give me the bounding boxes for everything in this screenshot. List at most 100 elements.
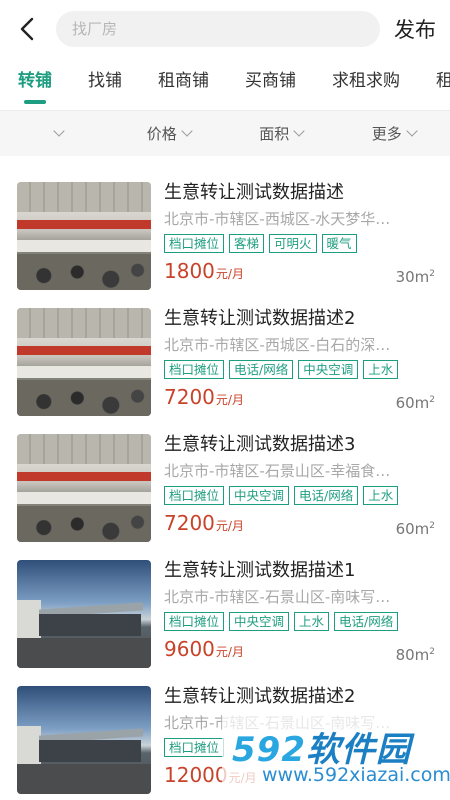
area-value: 30m (395, 268, 430, 286)
listing-footer: 7200元/月 60m2 (164, 511, 435, 538)
tab-wanted[interactable]: 求租求购 (332, 58, 400, 110)
listing-area: 60m2 (396, 520, 435, 538)
search-box[interactable] (56, 11, 380, 47)
price-unit: 元/月 (215, 645, 244, 659)
listing-title: 生意转让测试数据描述3 (164, 434, 356, 455)
chevron-down-icon (181, 125, 193, 137)
price-unit: 元/月 (215, 267, 244, 281)
feature-tag: 可明火 (269, 234, 317, 253)
area-unit-exponent: 2 (429, 395, 435, 405)
feature-tag: 档口摊位 (164, 612, 225, 631)
price-value: 12000 (164, 763, 228, 787)
feature-tag: 中央空调 (229, 486, 290, 505)
tab-rent-shop[interactable]: 租商铺 (158, 58, 209, 110)
feature-tag: 暖气 (321, 234, 357, 253)
listing-photo[interactable] (17, 434, 151, 542)
listing-price: 7200元/月 (164, 511, 244, 538)
filter-area[interactable]: 面积 (225, 123, 338, 144)
listing-price: 1800元/月 (164, 259, 244, 286)
listing-address: 北京市-市辖区-石景山区-南味写… (164, 588, 391, 606)
feature-tag: 电话/网络 (294, 486, 359, 505)
listing-price: 7200元/月 (164, 385, 244, 412)
area-unit-exponent: 2 (429, 269, 435, 279)
listing-tags: 档口摊位 客梯 可明火 暖气 (164, 234, 435, 253)
price-value: 1800 (164, 259, 215, 283)
search-input[interactable] (72, 20, 380, 38)
listing-address: 北京市-市辖区-西城区-白石的深… (164, 336, 391, 354)
listing-photo[interactable] (17, 182, 151, 290)
listing-title: 生意转让测试数据描述2 (164, 686, 356, 707)
price-value: 9600 (164, 637, 215, 661)
back-button[interactable] (12, 14, 42, 44)
watermark-site: www.592xiazai.com (262, 764, 450, 786)
listing-tags: 档口摊位 中央空调 电话/网络 上水 (164, 486, 435, 505)
listing-price: 9600元/月 (164, 637, 244, 664)
chevron-down-icon (293, 125, 305, 137)
filter-more[interactable]: 更多 (338, 123, 450, 144)
chevron-down-icon (406, 125, 418, 137)
area-value: 60m (395, 394, 430, 412)
listing-title: 生意转让测试数据描述2 (164, 308, 356, 329)
listing-tags: 档口摊位 中央空调 上水 电话/网络 (164, 612, 435, 631)
listing-item[interactable]: 生意转让测试数据描述北京市-市辖区-西城区-水天梦华… 档口摊位 客梯 可明火 暖气 18… (0, 172, 450, 298)
feature-tag: 电话/网络 (334, 612, 399, 631)
filter-region[interactable] (0, 125, 113, 137)
area-unit-exponent: 2 (429, 521, 435, 531)
listing-title: 生意转让测试数据描述1 (164, 560, 356, 581)
watermark: 592软件园 www.592xiazai.com (222, 714, 450, 800)
listing-list: 生意转让测试数据描述 北京市-市辖区-西城区-水天梦华… 档口摊位 客梯 可明火 暖气 18… (0, 156, 450, 800)
listing-info: 生意转让测试数据描述3 北京市-市辖区-石景山区-幸福食… 档口摊位 中央空调 电话/网… (164, 434, 435, 540)
listing-item[interactable]: 生意转让测试数据描述1 北京市-市辖区-石景山区-南味写… 档口摊位 中央空调 上水 电话… (0, 550, 450, 676)
filter-label: 价格 (146, 125, 177, 143)
price-unit: 元/月 (215, 393, 244, 407)
area-value: 80m (395, 646, 430, 664)
listing-photo[interactable] (17, 308, 151, 416)
price-unit: 元/月 (215, 519, 244, 533)
listing-area: 30m2 (396, 268, 435, 286)
feature-tag: 上水 (294, 612, 330, 631)
listing-item[interactable]: 生意转让测试数据描述2 北京市-市辖区-西城区-白石的深… 档口摊位 电话/网络 中央空… (0, 298, 450, 424)
listing-tags: 档口摊位 电话/网络 中央空调 上水 (164, 360, 435, 379)
price-value: 7200 (164, 511, 215, 535)
back-arrow-icon (20, 17, 34, 41)
feature-tag: 上水 (363, 486, 399, 505)
listing-footer: 1800元/月 30m2 (164, 259, 435, 286)
filter-bar: 价格 面积 更多 (0, 110, 450, 156)
feature-tag: 电话/网络 (229, 360, 294, 379)
listing-address: 北京市-市辖区-西城区-水天梦华… (164, 210, 391, 228)
feature-tag: 客梯 (229, 234, 265, 253)
publish-button[interactable]: 发布 (394, 14, 436, 44)
listing-area: 60m2 (396, 394, 435, 412)
feature-tag: 中央空调 (298, 360, 359, 379)
area-value: 60m (395, 520, 430, 538)
feature-tag: 档口摊位 (164, 234, 225, 253)
feature-tag: 档口摊位 (164, 486, 225, 505)
listing-footer: 7200元/月 60m2 (164, 385, 435, 412)
listing-footer: 9600元/月 80m2 (164, 637, 435, 664)
area-unit-exponent: 2 (429, 647, 435, 657)
price-value: 7200 (164, 385, 215, 409)
feature-tag: 档口摊位 (164, 738, 225, 757)
listing-info: 生意转让测试数据描述北京市-市辖区-西城区-水天梦华… 档口摊位 客梯 可明火 暖气 18… (164, 182, 435, 288)
listing-info: 生意转让测试数据描述1 北京市-市辖区-石景山区-南味写… 档口摊位 中央空调 上水 电话… (164, 560, 435, 666)
feature-tag: 中央空调 (229, 612, 290, 631)
listing-photo[interactable] (17, 560, 151, 668)
listing-address: 北京市-市辖区-石景山区-幸福食… (164, 462, 391, 480)
tab-buy-shop[interactable]: 买商铺 (245, 58, 296, 110)
feature-tag: 档口摊位 (164, 360, 225, 379)
listing-item[interactable]: 生意转让测试数据描述3 北京市-市辖区-石景山区-幸福食… 档口摊位 中央空调 电话/网… (0, 424, 450, 550)
tab-transfer-shop[interactable]: 转铺 (18, 58, 52, 110)
filter-label: 面积 (259, 125, 290, 143)
top-bar: 发布 (0, 0, 450, 58)
feature-tag: 上水 (363, 360, 399, 379)
tab-find-shop[interactable]: 找铺 (88, 58, 122, 110)
listing-info: 生意转让测试数据描述2 北京市-市辖区-西城区-白石的深… 档口摊位 电话/网络 中央空… (164, 308, 435, 414)
chevron-down-icon (53, 125, 65, 137)
filter-label: 更多 (371, 125, 402, 143)
filter-price[interactable]: 价格 (113, 123, 226, 144)
tab-rent-more[interactable]: 租 (436, 58, 450, 110)
category-tabs: 转铺 找铺 租商铺 买商铺 求租求购 租 (0, 58, 450, 110)
listing-area: 80m2 (396, 646, 435, 664)
listing-title: 生意转让测试数据描述 (164, 182, 344, 203)
listing-photo[interactable] (17, 686, 151, 794)
